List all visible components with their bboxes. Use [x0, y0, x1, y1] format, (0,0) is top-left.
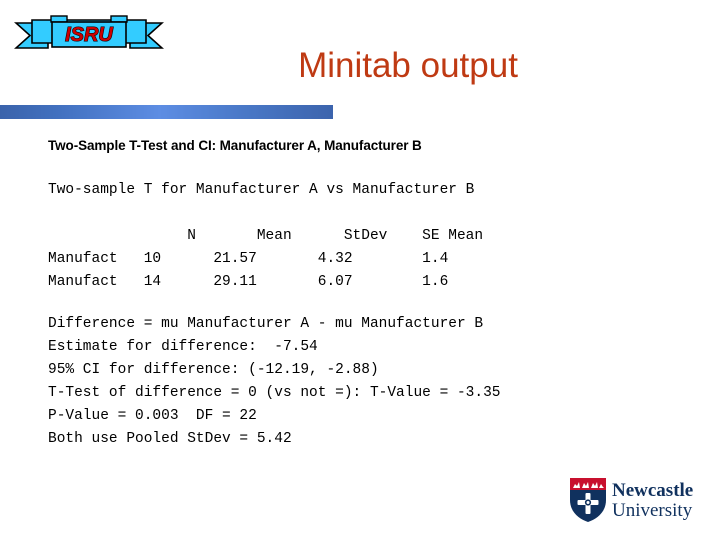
university-crest-icon: Newcastle University [570, 478, 693, 522]
p-value-line: P-Value = 0.003 DF = 22 [48, 408, 257, 424]
output-subheading: Two-sample T for Manufacturer A vs Manuf… [48, 182, 475, 198]
table-row: Manufact 14 29.11 6.07 1.6 [48, 274, 449, 290]
confidence-interval-line: 95% CI for difference: (-12.19, -2.88) [48, 362, 379, 378]
minitab-output-panel: Two-Sample T-Test and CI: Manufacturer A… [48, 138, 688, 451]
title-divider-bar [0, 105, 333, 119]
table-row: Manufact 10 21.57 4.32 1.4 [48, 251, 449, 267]
page-title: Minitab output [298, 46, 518, 85]
pooled-stdev-line: Both use Pooled StDev = 5.42 [48, 431, 292, 447]
university-name-line1: Newcastle [612, 480, 693, 501]
statistics-table: N Mean StDev SE Mean Manufact 10 21.57 4… [48, 225, 688, 294]
summary-statistics-block: Difference = mu Manufacturer A - mu Manu… [48, 313, 688, 451]
output-heading: Two-Sample T-Test and CI: Manufacturer A… [48, 138, 422, 153]
newcastle-university-logo: Newcastle University [568, 474, 708, 524]
t-test-line: T-Test of difference = 0 (vs not =): T-V… [48, 385, 501, 401]
estimate-for-difference-line: Estimate for difference: -7.54 [48, 339, 318, 355]
table-header-row: N Mean StDev SE Mean [48, 228, 484, 244]
isru-logo-text: ISRU [65, 24, 113, 46]
difference-definition-line: Difference = mu Manufacturer A - mu Manu… [48, 316, 484, 332]
university-name-line2: University [612, 500, 693, 521]
